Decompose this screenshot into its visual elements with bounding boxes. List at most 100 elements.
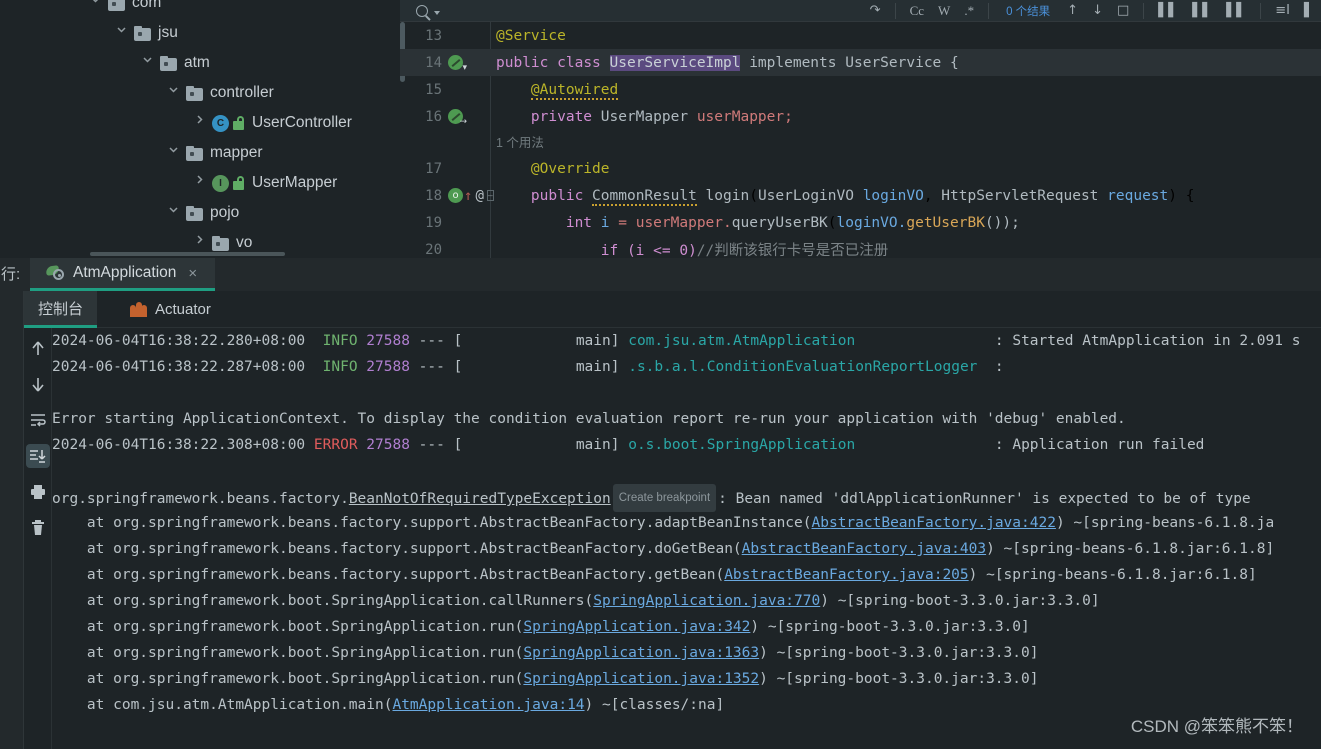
code-line[interactable]: 20 if (i <= 0)//判断该银行卡号是否已注册 (400, 236, 1321, 259)
tree-item-mapper[interactable]: mapper (0, 138, 400, 168)
log-line-info[interactable]: 2024-06-04T16:38:22.280+08:00 INFO 27588… (52, 328, 1300, 354)
services-icon[interactable] (3, 470, 21, 488)
select-all-occurrences-icon[interactable]: ▌▌ (1185, 0, 1219, 22)
chevron-right-icon[interactable] (194, 174, 212, 192)
console-output[interactable]: 2024-06-04T16:38:22.280+08:00 INFO 27588… (52, 328, 1321, 749)
tab-console[interactable]: 控制台 (24, 291, 98, 328)
log-line-stacktrace[interactable]: at org.springframework.boot.SpringApplic… (52, 666, 1039, 692)
gutter-markers[interactable]: ▾ (442, 55, 490, 73)
spring-bean-icon[interactable]: ▾ (448, 55, 467, 73)
source-link[interactable]: AbstractBeanFactory.java:205 (724, 567, 968, 583)
close-icon[interactable]: × (188, 265, 197, 282)
prev-match-icon[interactable]: ↑ (1060, 0, 1085, 22)
chevron-down-icon[interactable] (142, 54, 160, 72)
implementing-method-icon[interactable]: o (448, 188, 463, 203)
source-link[interactable]: SpringApplication.java:342 (523, 619, 750, 635)
source-link[interactable]: AtmApplication.java:14 (392, 697, 584, 713)
select-first-occurrence-icon[interactable]: ▌▌ (1151, 0, 1185, 22)
tree-item-com[interactable]: com (0, 0, 400, 18)
usage-hint-line[interactable]: 1 个用法 (400, 130, 1321, 152)
code-line[interactable]: 15 @Autowired (400, 76, 1321, 103)
log-line-stacktrace[interactable]: at org.springframework.boot.SpringApplic… (52, 614, 1030, 640)
tab-actuator[interactable]: Actuator (116, 291, 225, 328)
search-input[interactable] (444, 3, 774, 18)
code-line[interactable]: 17 @Override (400, 155, 1321, 182)
usage-hint[interactable]: 1 个用法 (490, 132, 544, 151)
tree-item-usercontroller[interactable]: C UserController (0, 108, 400, 138)
run-tool-window: 行: AtmApplication × 控制台 Actuator 2024-06… (0, 258, 1321, 749)
find-options-group[interactable]: ↷ Cc W .* 0 个结果 ↑ ↓ □ ▌▌ ▌▌ ▌▌ ≡I ▌ (863, 0, 1321, 22)
open-in-find-window-icon[interactable]: □ (1110, 0, 1136, 22)
log-line-stacktrace[interactable]: at org.springframework.boot.SpringApplic… (52, 588, 1100, 614)
find-input-group[interactable] (400, 3, 774, 18)
chevron-down-icon[interactable] (168, 204, 186, 222)
log-line-exception[interactable]: org.springframework.beans.factory.BeanNo… (52, 484, 1251, 512)
source-link[interactable]: AbstractBeanFactory.java:403 (742, 541, 986, 557)
log-line-stacktrace[interactable]: at org.springframework.beans.factory.sup… (52, 562, 1257, 588)
gutter-markers[interactable]: o ↑ @ – (442, 188, 494, 204)
code-line[interactable]: 16 → private UserMapper userMapper; (400, 103, 1321, 130)
log-line-stacktrace[interactable]: at com.jsu.atm.AtmApplication.main(AtmAp… (52, 692, 724, 718)
match-case-icon[interactable]: Cc (903, 0, 931, 22)
log-line-stacktrace[interactable]: at org.springframework.beans.factory.sup… (52, 510, 1274, 536)
scroll-to-end-button[interactable] (25, 444, 50, 468)
log-logger[interactable]: o.s.boot.SpringApplication (628, 437, 855, 453)
terminal-icon[interactable] (3, 434, 21, 452)
code-line[interactable]: 14 ▾ public class UserServiceImpl implem… (400, 49, 1321, 76)
scroll-down-button[interactable] (26, 372, 50, 396)
log-logger[interactable]: com.jsu.atm.AtmApplication (628, 333, 855, 349)
bookmarks-icon[interactable] (3, 362, 21, 380)
run-icon[interactable] (3, 330, 21, 348)
regex-icon[interactable]: .* (957, 0, 981, 22)
chevron-down-icon[interactable] (90, 0, 108, 12)
spring-bean-autowire-icon[interactable]: → (448, 109, 467, 127)
run-configuration-tab[interactable]: AtmApplication × (30, 258, 215, 291)
log-line-error[interactable]: 2024-06-04T16:38:22.308+08:00 ERROR 2758… (52, 432, 1204, 458)
left-tool-strip[interactable] (0, 258, 24, 749)
chevron-down-icon[interactable] (116, 24, 134, 42)
override-at-icon[interactable]: @ (475, 188, 483, 204)
chevron-down-icon[interactable] (434, 11, 440, 15)
source-link[interactable]: AbstractBeanFactory.java:422 (812, 515, 1056, 531)
filter-icon[interactable]: ≡I (1268, 0, 1297, 22)
log-line-info[interactable]: 2024-06-04T16:38:22.287+08:00 INFO 27588… (52, 354, 1004, 380)
log-logger[interactable]: .s.b.a.l.ConditionEvaluationReportLogger (628, 359, 977, 375)
log-line-stacktrace[interactable]: at org.springframework.beans.factory.sup… (52, 536, 1274, 562)
exception-class[interactable]: BeanNotOfRequiredTypeException (349, 491, 611, 507)
words-icon[interactable]: W (931, 0, 957, 22)
add-occurrence-icon[interactable]: ▌▌ (1219, 0, 1253, 22)
chevron-right-icon[interactable] (194, 234, 212, 252)
chevron-down-icon[interactable] (168, 144, 186, 162)
profiler-icon[interactable] (3, 548, 21, 566)
console-toolbar[interactable] (24, 328, 52, 749)
tree-item-usermapper[interactable]: I UserMapper (0, 168, 400, 198)
soft-wrap-button[interactable] (26, 408, 50, 432)
tree-item-jsu[interactable]: jsu (0, 18, 400, 48)
find-in-file-bar[interactable]: ↷ Cc W .* 0 个结果 ↑ ↓ □ ▌▌ ▌▌ ▌▌ ≡I ▌ (400, 0, 1321, 22)
source-link[interactable]: SpringApplication.java:1363 (523, 645, 759, 661)
tree-horizontal-scrollbar[interactable] (90, 252, 285, 256)
tree-item-pojo[interactable]: pojo (0, 198, 400, 228)
gutter-markers[interactable]: → (442, 109, 490, 127)
clear-all-button[interactable] (26, 516, 50, 540)
project-tree-panel[interactable]: com jsu atm controller C UserController mapper… (0, 0, 400, 258)
database-icon[interactable] (3, 508, 21, 526)
structure-icon[interactable] (3, 398, 21, 416)
code-line[interactable]: 13 @Service (400, 22, 1321, 49)
print-button[interactable] (26, 480, 50, 504)
source-link[interactable]: SpringApplication.java:770 (593, 593, 820, 609)
tree-item-atm[interactable]: atm (0, 48, 400, 78)
code-line[interactable]: 18 o ↑ @ – public CommonResult login(Use… (400, 182, 1321, 209)
regex-history-icon[interactable]: ↷ (863, 0, 888, 22)
code-line[interactable]: 19 int i = userMapper.queryUserBK(loginV… (400, 209, 1321, 236)
tree-item-controller[interactable]: controller (0, 78, 400, 108)
chevron-down-icon[interactable] (168, 84, 186, 102)
chevron-right-icon[interactable] (194, 114, 212, 132)
log-line-stacktrace[interactable]: at org.springframework.boot.SpringApplic… (52, 640, 1039, 666)
create-breakpoint-badge[interactable]: Create breakpoint (612, 484, 717, 512)
next-match-icon[interactable]: ↓ (1085, 0, 1110, 22)
scroll-up-button[interactable] (26, 336, 50, 360)
code-editor[interactable]: 13 @Service 14 ▾ public class UserServic… (400, 22, 1321, 258)
source-link[interactable]: SpringApplication.java:1352 (523, 671, 759, 687)
more-options-icon[interactable]: ▌ (1297, 0, 1321, 22)
